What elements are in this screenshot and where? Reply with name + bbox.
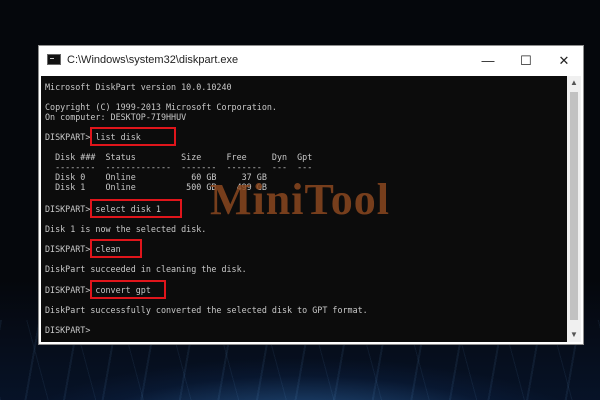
- console-line-converted: DiskPart successfully converted the sele…: [45, 305, 368, 315]
- window-title: C:\Windows\system32\diskpart.exe: [67, 54, 239, 66]
- vertical-scrollbar[interactable]: ▲ ▼: [567, 76, 581, 342]
- console-prompt[interactable]: DISKPART>: [45, 325, 90, 335]
- console-line-version: Microsoft DiskPart version 10.0.10240: [45, 82, 232, 92]
- disk-table-header: Disk ### Status Size Free Dyn Gpt: [45, 152, 313, 162]
- close-button[interactable]: ✕: [545, 46, 583, 76]
- console-line-computer: On computer: DESKTOP-7I9HHUV: [45, 112, 187, 122]
- console-line-selected: Disk 1 is now the selected disk.: [45, 224, 207, 234]
- scroll-thumb[interactable]: [570, 92, 578, 320]
- disk-table-divider: -------- ------------- ------- ------- -…: [45, 162, 313, 172]
- command-highlight-clean: [90, 239, 142, 258]
- command-highlight-list-disk: [90, 127, 176, 146]
- minitool-watermark: MiniTool: [210, 175, 390, 224]
- console-icon: [47, 54, 61, 65]
- title-bar[interactable]: C:\Windows\system32\diskpart.exe — ☐ ✕: [39, 46, 583, 76]
- command-highlight-select-disk: [90, 199, 182, 218]
- command-highlight-convert-gpt: [90, 280, 166, 299]
- minimize-button[interactable]: —: [469, 46, 507, 76]
- scroll-down-arrow-icon[interactable]: ▼: [567, 328, 581, 342]
- scroll-up-arrow-icon[interactable]: ▲: [567, 76, 581, 90]
- maximize-button[interactable]: ☐: [507, 46, 545, 76]
- console-line-copyright: Copyright (C) 1999-2013 Microsoft Corpor…: [45, 102, 277, 112]
- console-line-cleaned: DiskPart succeeded in cleaning the disk.: [45, 264, 247, 274]
